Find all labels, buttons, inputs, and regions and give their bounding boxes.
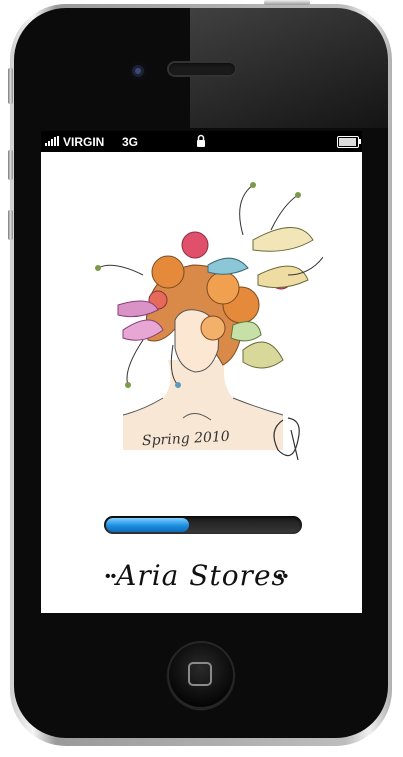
earpiece-speaker	[167, 61, 237, 77]
loading-progress-bar	[104, 516, 302, 534]
brand-ornament-right: ••	[277, 568, 289, 585]
lock-icon	[197, 134, 205, 147]
battery-icon	[337, 136, 359, 148]
power-button[interactable]	[264, 0, 310, 5]
volume-down-button[interactable]	[8, 210, 13, 240]
brand-title: Aria Stores	[116, 559, 287, 592]
screen: VIRGIN 3G Spring 2010 •• Aria Stores ••	[41, 131, 362, 613]
camera-lens	[135, 68, 141, 74]
battery-tip	[359, 139, 361, 144]
home-square-icon	[188, 662, 212, 686]
status-bar: VIRGIN 3G	[41, 131, 362, 152]
loading-progress-fill	[106, 518, 190, 532]
mute-switch[interactable]	[8, 68, 13, 104]
volume-up-button[interactable]	[8, 150, 13, 180]
signal-bars-icon	[45, 136, 59, 146]
carrier-name: VIRGIN	[63, 135, 105, 149]
network-type: 3G	[122, 135, 139, 149]
